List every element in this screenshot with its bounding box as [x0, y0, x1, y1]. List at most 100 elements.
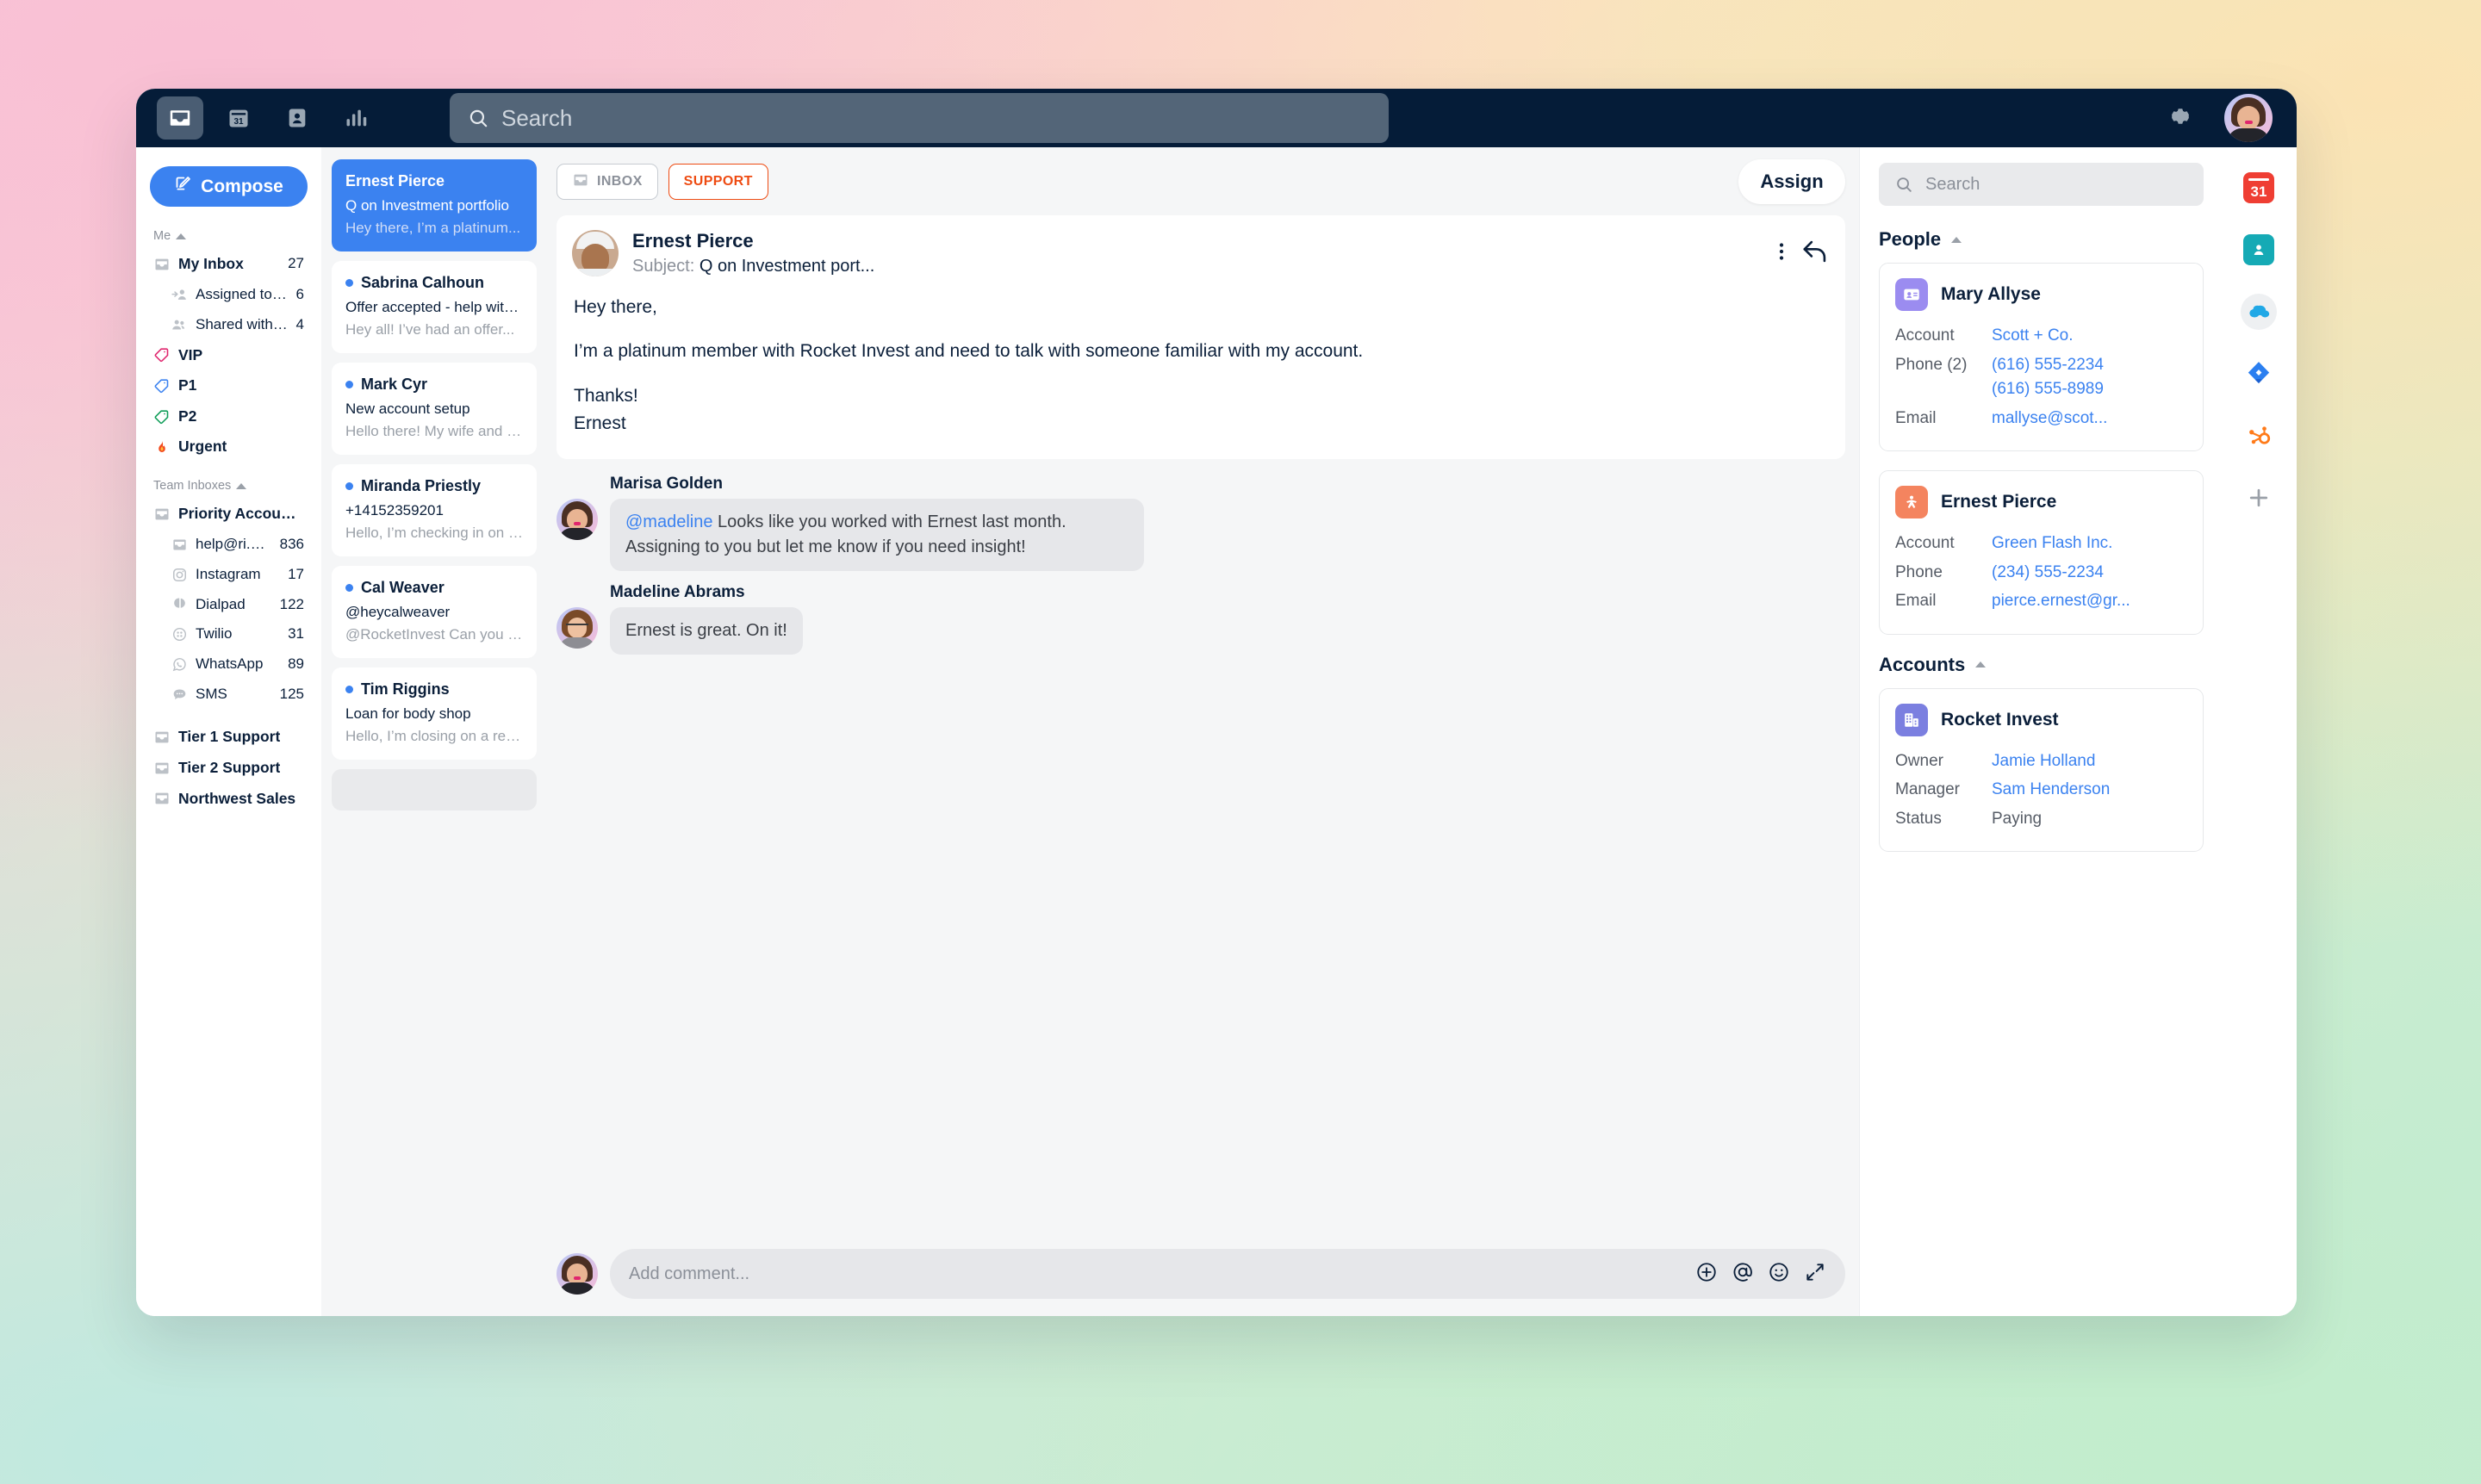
- field-key: Status: [1895, 809, 1942, 828]
- plus-circle-icon[interactable]: [1695, 1261, 1718, 1288]
- sidebar-item-label: Shared with me: [196, 315, 289, 332]
- sidebar-group-me[interactable]: Me: [150, 221, 308, 249]
- field-value[interactable]: Jamie Holland: [1992, 749, 2095, 774]
- comment-author: Madeline Abrams: [610, 582, 745, 601]
- field-value[interactable]: pierce.ernest@gr...: [1992, 589, 2130, 614]
- tab-inbox[interactable]: INBOX: [557, 164, 658, 200]
- conversation-preview: Hey there, I’m a platinum...: [345, 220, 521, 236]
- field-value-secondary[interactable]: (616) 555-8989: [1992, 380, 2104, 398]
- comment-item: Marisa Golden @madeline Looks like you w…: [557, 475, 1845, 571]
- conversation-item[interactable]: Mark Cyr New account setup Hello there! …: [332, 363, 537, 455]
- sidebar-item-tier-2-support[interactable]: Tier 2 Support: [150, 753, 308, 784]
- sidebar-item-label: P1: [178, 376, 197, 394]
- sidebar-item-instagram[interactable]: Instagram 17: [150, 560, 308, 590]
- sidebar-item-whatsapp[interactable]: WhatsApp 89: [150, 649, 308, 680]
- assigned-icon: [171, 286, 188, 303]
- person-card-ernest-pierce[interactable]: Ernest Pierce Account Green Flash Inc. Ph…: [1879, 470, 2204, 635]
- sidebar-item-twilio[interactable]: Twilio 31: [150, 619, 308, 649]
- conversation-item[interactable]: Ernest Pierce Q on Investment portfolio …: [332, 159, 537, 251]
- conversation-item-partial[interactable]: [332, 769, 537, 810]
- field-key: Account: [1895, 534, 1955, 552]
- conversation-item[interactable]: Sabrina Calhoun Offer accepted - help wi…: [332, 261, 537, 353]
- emoji-icon[interactable]: [1768, 1261, 1790, 1288]
- mention-icon[interactable]: [1732, 1261, 1754, 1288]
- app-window: 31 Search Compose Me My Inbox 27 Assigne…: [136, 89, 2297, 1316]
- reply-icon[interactable]: [1800, 239, 1830, 269]
- sidebar-item-assigned-to-me[interactable]: Assigned to me 6: [150, 280, 308, 310]
- tab-support[interactable]: SUPPORT: [668, 164, 768, 200]
- field-key: Phone (2): [1895, 355, 1968, 374]
- field-value[interactable]: (234) 555-2234: [1992, 561, 2104, 586]
- jira-icon[interactable]: [2241, 356, 2277, 392]
- sidebar-item-label: Tier 1 Support: [178, 728, 281, 746]
- chevron-up-icon: [1975, 661, 1987, 667]
- settings-gear-icon[interactable]: [2164, 102, 2193, 135]
- nav-inbox-icon[interactable]: [157, 96, 203, 140]
- sidebar-item-label: Priority Accounts: [178, 505, 296, 522]
- svg-text:31: 31: [233, 117, 244, 127]
- nav-calendar-icon[interactable]: 31: [215, 96, 262, 140]
- comment-input[interactable]: Add comment...: [610, 1249, 1845, 1299]
- building-icon: [1895, 703, 1928, 736]
- global-search-placeholder: Search: [501, 104, 573, 131]
- message-paragraph: Thanks! Ernest: [574, 385, 638, 434]
- sidebar-item-sms[interactable]: SMS 125: [150, 680, 308, 710]
- sidebar-group-team-inboxes-label: Team Inboxes: [153, 479, 232, 493]
- nav-analytics-icon[interactable]: [333, 96, 379, 140]
- more-options-icon[interactable]: [1778, 239, 1785, 269]
- field-value[interactable]: Sam Henderson: [1992, 778, 2110, 803]
- conversation-item[interactable]: Tim Riggins Loan for body shop Hello, I’…: [332, 667, 537, 760]
- field-value[interactable]: mallyse@scot...: [1992, 407, 2107, 432]
- avatar[interactable]: [2224, 94, 2273, 142]
- sidebar-item-dialpad[interactable]: Dialpad 122: [150, 590, 308, 620]
- sidebar-item-count: 125: [279, 686, 304, 703]
- sidebar-item-tier-1-support[interactable]: Tier 1 Support: [150, 722, 308, 753]
- add-integration-icon[interactable]: [2241, 480, 2277, 516]
- sidebar-item-priority-accounts[interactable]: Priority Accounts: [150, 499, 308, 530]
- sidebar-item-vip[interactable]: VIP: [150, 340, 308, 371]
- expand-icon[interactable]: [1804, 1261, 1826, 1288]
- calendar-day: 31: [2243, 172, 2274, 203]
- field-value[interactable]: (616) 555-2234: [1992, 356, 2104, 374]
- hubspot-icon[interactable]: [2241, 418, 2277, 454]
- sidebar-item-count: 17: [288, 565, 304, 582]
- assign-button[interactable]: Assign: [1738, 159, 1845, 204]
- inbox-icon: [153, 506, 171, 523]
- person-card-mary-allyse[interactable]: Mary Allyse Account Scott + Co. Phone (2)…: [1879, 263, 2204, 451]
- sidebar-item-my-inbox[interactable]: My Inbox 27: [150, 249, 308, 280]
- contacts-teal-icon[interactable]: [2241, 232, 2277, 268]
- tab-support-label: SUPPORT: [683, 174, 753, 189]
- comment-mention[interactable]: @madeline: [625, 512, 712, 531]
- sidebar-item-p2[interactable]: P2: [150, 401, 308, 432]
- field-value[interactable]: Green Flash Inc.: [1992, 531, 2112, 556]
- sidebar-item-urgent[interactable]: Urgent: [150, 432, 308, 463]
- conversation-subject: @heycalweaver: [345, 604, 451, 620]
- conversation-item[interactable]: Cal Weaver @heycalweaver @RocketInvest C…: [332, 566, 537, 658]
- sidebar-item-count: 836: [279, 535, 304, 552]
- field-row: Email mallyse@scot...: [1895, 407, 2187, 432]
- compose-icon: [174, 175, 192, 198]
- sidebar-item-northwest-sales[interactable]: Northwest Sales: [150, 784, 308, 815]
- conversation-list[interactable]: Ernest Pierce Q on Investment portfolio …: [321, 147, 547, 1316]
- section-people[interactable]: People: [1879, 228, 2204, 251]
- nav-contacts-icon[interactable]: [274, 96, 320, 140]
- dialpad-icon: [171, 596, 188, 613]
- details-search-input[interactable]: Search: [1879, 163, 2204, 206]
- compose-button[interactable]: Compose: [150, 166, 308, 207]
- section-accounts[interactable]: Accounts: [1879, 654, 2204, 676]
- sidebar-item-label: Instagram: [196, 565, 261, 582]
- global-search-input[interactable]: Search: [450, 93, 1389, 143]
- conversation-item[interactable]: Miranda Priestly +14152359201 Hello, I’m…: [332, 464, 537, 556]
- sidebar-item-shared-with-me[interactable]: Shared with me 4: [150, 310, 308, 340]
- sidebar-item-help-email[interactable]: help@ri.com 836: [150, 530, 308, 560]
- calendar-31-icon[interactable]: 31: [2241, 170, 2277, 206]
- sidebar-item-p1[interactable]: P1: [150, 370, 308, 401]
- field-row: Phone (2) (616) 555-2234 (616) 555-8989: [1895, 353, 2187, 402]
- account-card-rocket-invest[interactable]: Rocket Invest Owner Jamie Holland Manager…: [1879, 687, 2204, 852]
- field-value[interactable]: Scott + Co.: [1992, 324, 2074, 349]
- avatar: [572, 230, 619, 277]
- avatar: [557, 1253, 598, 1295]
- salesforce-icon[interactable]: [2241, 294, 2277, 330]
- sidebar-group-team-inboxes[interactable]: Team Inboxes: [150, 463, 308, 499]
- unread-dot: [345, 279, 353, 287]
